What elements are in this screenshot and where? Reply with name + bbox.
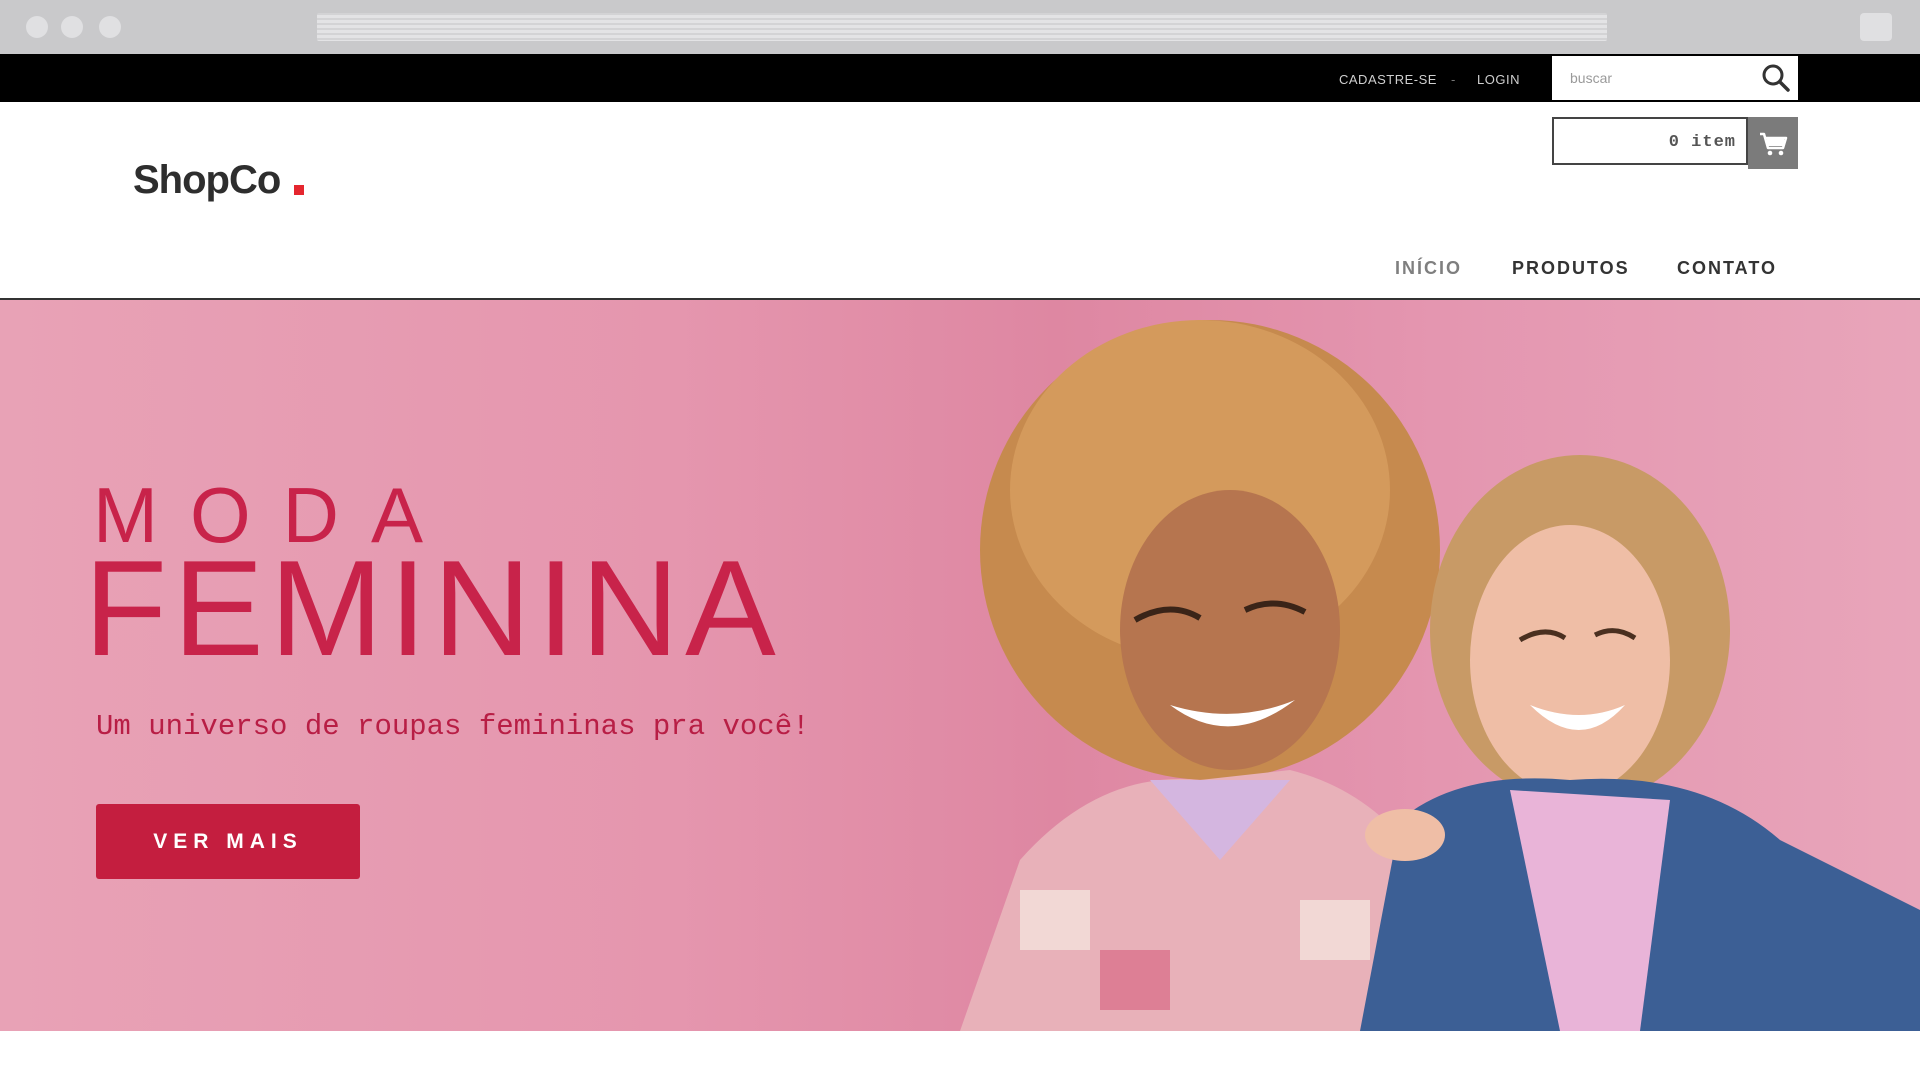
signup-link[interactable]: CADASTRE-SE (1339, 72, 1437, 87)
search-icon[interactable] (1760, 62, 1792, 94)
logo[interactable]: ShopCo (133, 158, 281, 203)
search-input[interactable] (1552, 56, 1760, 100)
cart-icon (1760, 132, 1788, 156)
window-minimize-dot[interactable] (61, 16, 83, 38)
logo-dot (294, 185, 304, 195)
nav-item-inicio[interactable]: INÍCIO (1395, 258, 1462, 279)
ver-mais-button[interactable]: VER MAIS (96, 804, 360, 879)
login-link[interactable]: LOGIN (1477, 72, 1520, 87)
hero-banner: MODA FEMININA Um universo de roupas femi… (0, 300, 1920, 1031)
window-close-dot[interactable] (26, 16, 48, 38)
hero-photo (960, 320, 1920, 1031)
cart-button[interactable] (1748, 117, 1798, 169)
hero-subtitle: Um universo de roupas femininas pra você… (96, 710, 810, 743)
cart-count[interactable]: 0 item (1552, 117, 1748, 165)
nav-item-contato[interactable]: CONTATO (1677, 258, 1777, 279)
search-box (1552, 56, 1798, 100)
browser-chrome (0, 0, 1920, 54)
nav-item-produtos[interactable]: PRODUTOS (1512, 258, 1630, 279)
address-bar[interactable] (317, 13, 1607, 41)
window-button[interactable] (1860, 13, 1892, 41)
hero-title: FEMININA (84, 532, 782, 684)
cart-widget[interactable]: 0 item (1552, 117, 1798, 169)
window-maximize-dot[interactable] (99, 16, 121, 38)
topbar-separator: - (1451, 72, 1456, 87)
